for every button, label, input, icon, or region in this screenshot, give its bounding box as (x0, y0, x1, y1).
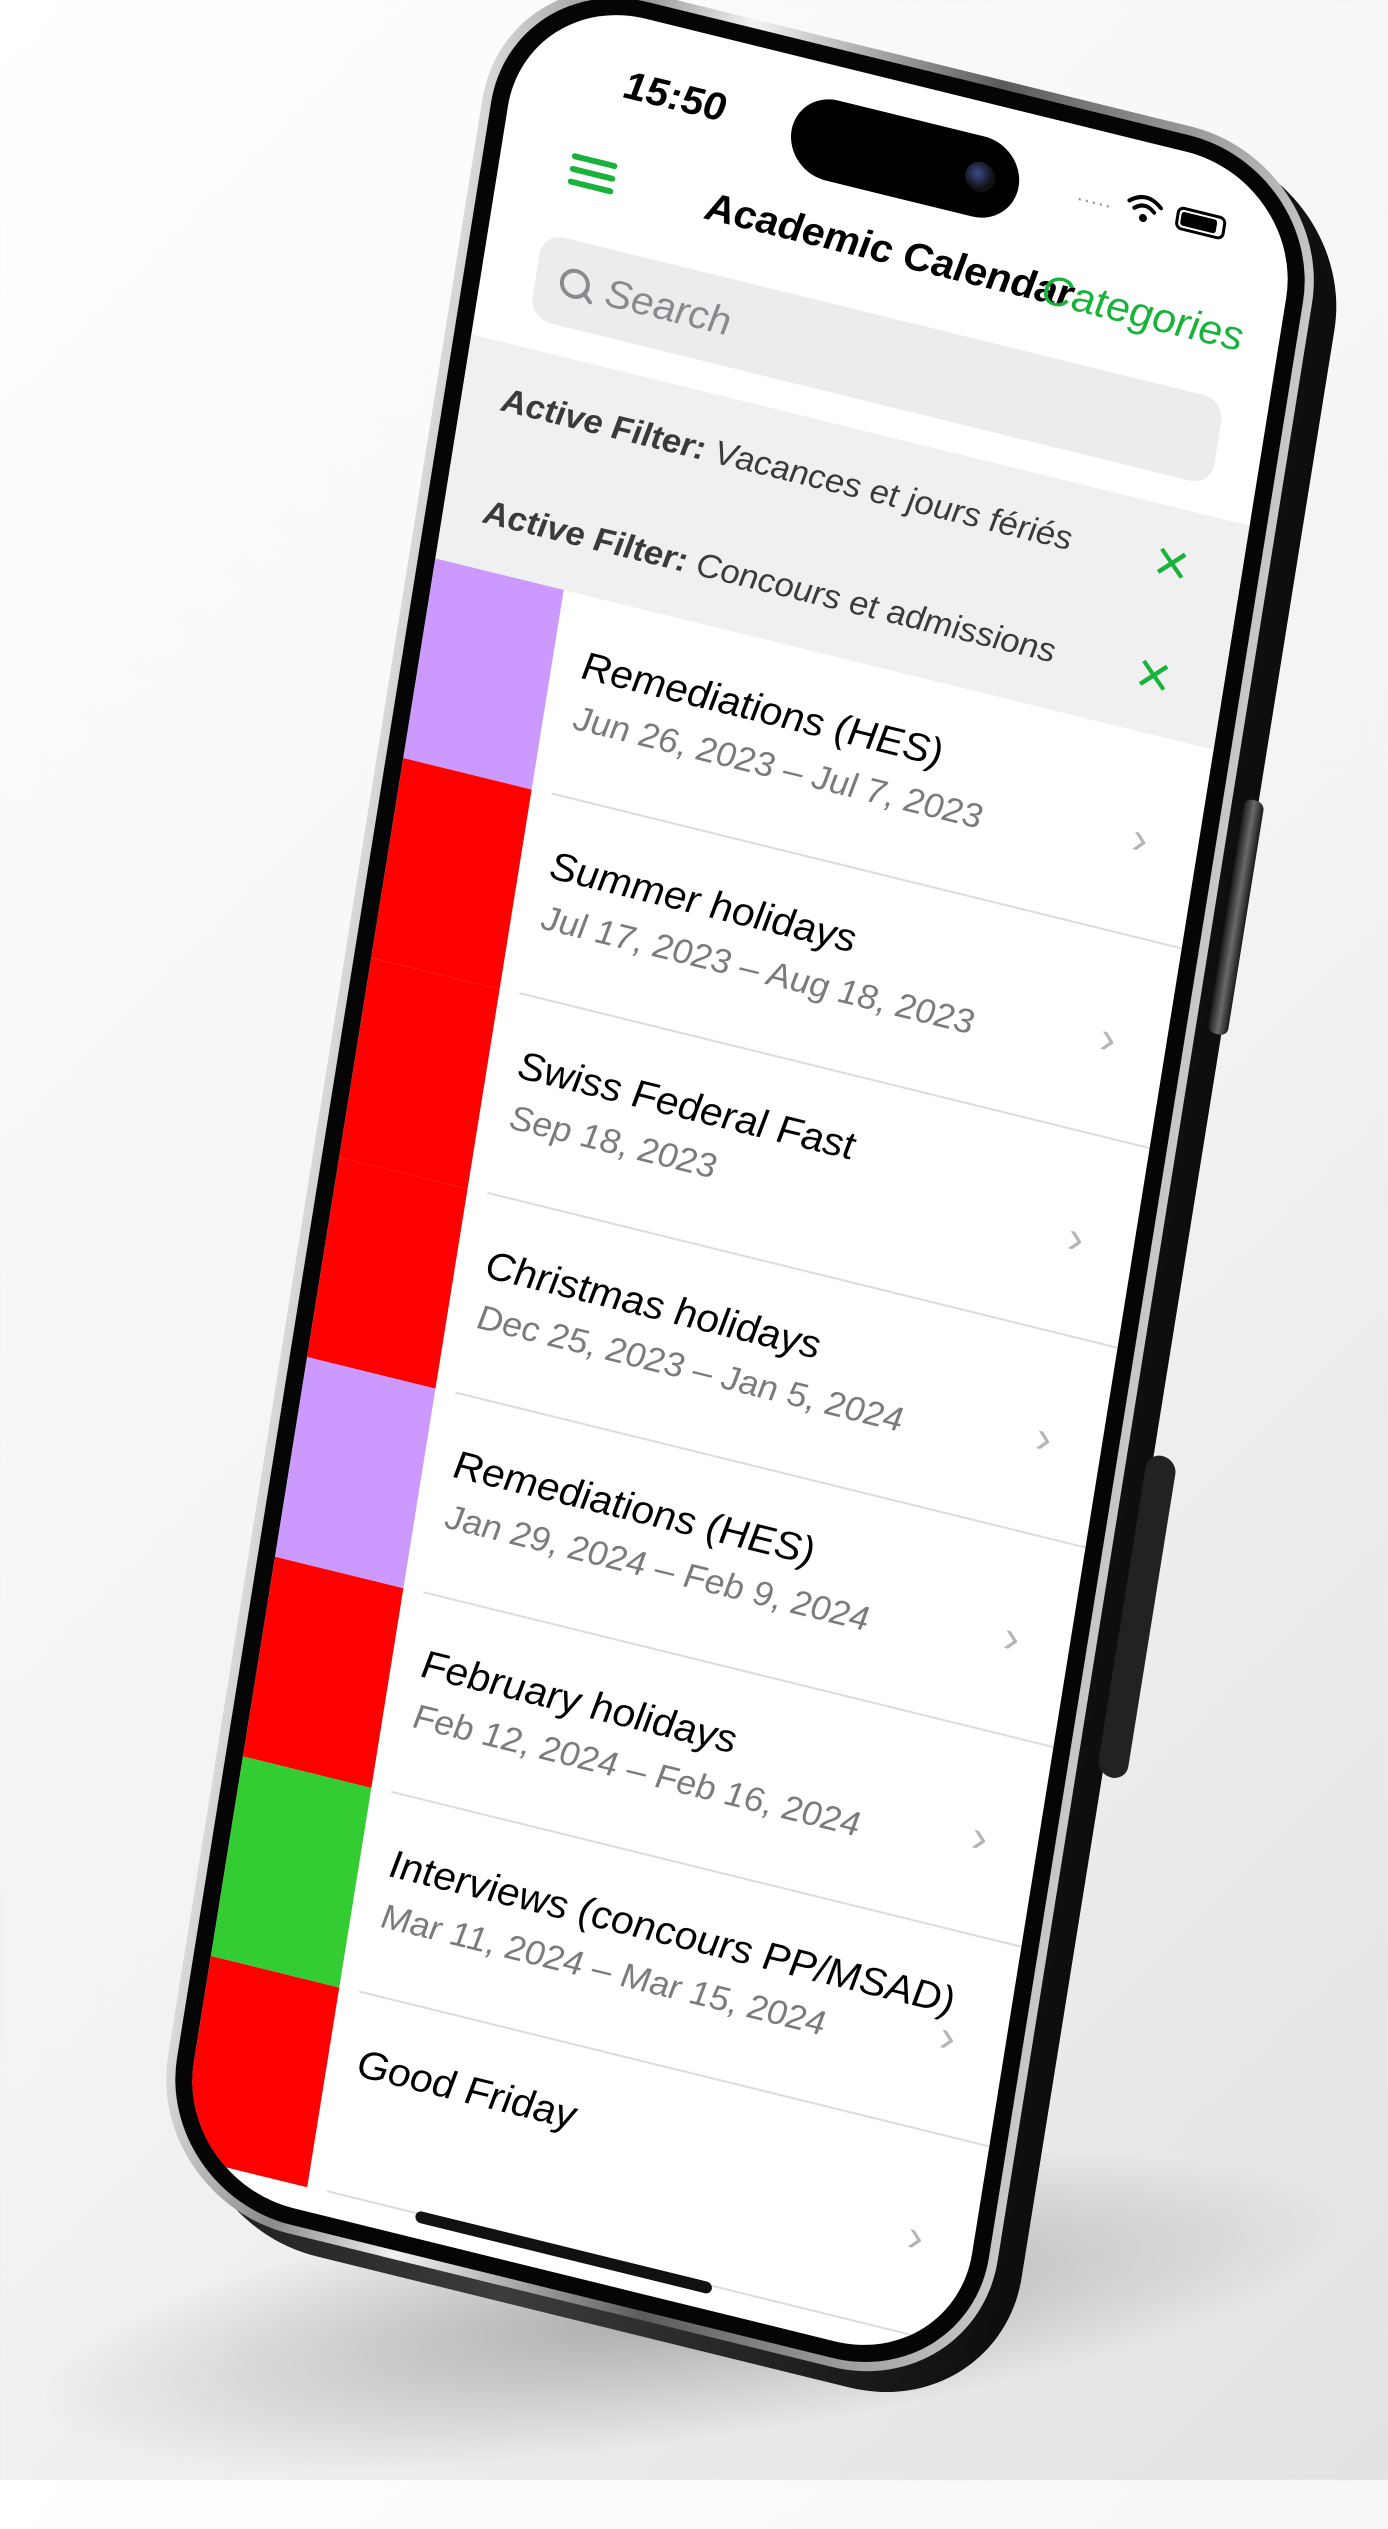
close-icon[interactable]: × (1137, 526, 1206, 600)
chevron-right-icon: › (1128, 810, 1152, 866)
chevron-right-icon: › (1032, 1409, 1056, 1465)
filter-prefix: Active Filter: (498, 381, 709, 469)
search-placeholder: Search (601, 270, 735, 345)
event-list: Remediations (HES) Jun 26, 2023 – Jul 7, … (178, 558, 1214, 2348)
search-icon (555, 263, 596, 307)
event-title: Good Friday (354, 2041, 579, 2138)
status-icons: ..... (1075, 178, 1228, 244)
chevron-right-icon: › (1096, 1010, 1120, 1065)
battery-icon (1174, 205, 1228, 241)
wifi-icon (1127, 195, 1163, 223)
chevron-right-icon: › (1000, 1609, 1024, 1664)
status-time: 15:50 (620, 63, 729, 131)
signal-icon: ..... (1075, 180, 1115, 214)
screen: 15:50 ..... Academic Calendar Categories… (175, 0, 1305, 2371)
filter-prefix: Active Filter: (480, 493, 691, 581)
camera-lens (962, 158, 998, 196)
chevron-right-icon: › (968, 1809, 992, 1864)
close-icon[interactable]: × (1119, 638, 1188, 712)
chevron-right-icon: › (1064, 1210, 1088, 1265)
chevron-right-icon: › (904, 2208, 928, 2263)
phone-device: 15:50 ..... Academic Calendar Categories… (145, 0, 1358, 2424)
